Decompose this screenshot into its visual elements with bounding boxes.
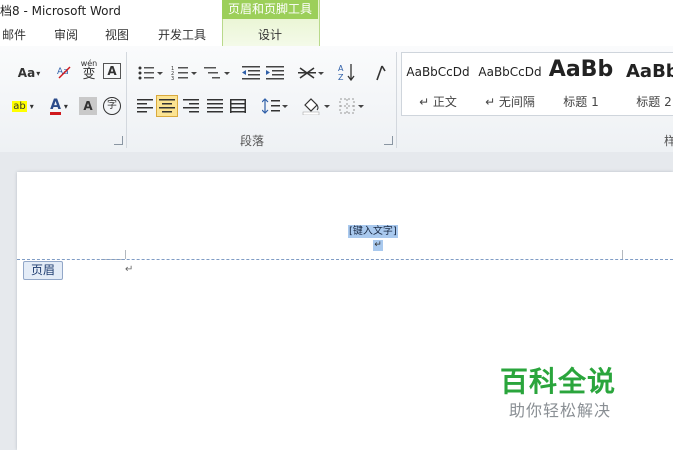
change-case-button[interactable]: Aa ▾	[14, 63, 44, 83]
watermark-title: 百科全说	[500, 365, 617, 398]
char-shading-label: A	[83, 99, 93, 113]
paragraph-mark-icon	[376, 65, 386, 81]
multilevel-list-icon	[204, 67, 230, 79]
tab-design[interactable]: 设计	[258, 26, 282, 43]
line-spacing-icon	[262, 98, 288, 114]
justify-button[interactable]	[205, 96, 225, 116]
svg-text:Z: Z	[338, 73, 344, 81]
style-normal[interactable]: AaBbCcDd ↵ 正文	[402, 53, 474, 113]
header-boundary-line	[17, 259, 673, 260]
styles-group-label: 样	[664, 134, 673, 148]
paragraph-dialog-launcher[interactable]	[384, 136, 393, 145]
tab-review[interactable]: 审阅	[54, 26, 78, 43]
align-right-icon	[183, 99, 199, 113]
clear-format-button[interactable]: Aa	[54, 62, 74, 82]
font-dialog-launcher[interactable]	[114, 136, 123, 145]
bullets-button[interactable]	[135, 63, 165, 83]
style-name: 标题 2	[636, 95, 672, 109]
crop-mark	[125, 250, 126, 259]
header-paragraph-mark: ↵	[373, 240, 383, 251]
distributed-button[interactable]	[228, 96, 248, 116]
borders-icon	[339, 98, 364, 114]
enclose-char-button[interactable]: 字	[101, 96, 123, 116]
phonetic-main-label: 变	[82, 66, 96, 82]
window-title: 档8 - Microsoft Word	[0, 4, 121, 18]
show-marks-button[interactable]	[370, 63, 390, 83]
chinese-layout-icon	[298, 67, 324, 79]
style-name: 标题 1	[563, 95, 599, 109]
group-separator	[126, 52, 127, 148]
style-sample: AaBbCcDd	[406, 65, 470, 79]
watermark-subtitle: 助你轻松解决	[509, 401, 612, 420]
style-sample: AaBbCcDd	[478, 65, 542, 79]
svg-text:3: 3	[171, 76, 174, 80]
highlight-label: ab	[12, 100, 27, 112]
tab-developer[interactable]: 开发工具	[158, 26, 206, 43]
svg-text:A: A	[338, 64, 344, 73]
numbered-list-icon: 1 2 3	[171, 66, 197, 80]
clear-format-icon: Aa	[57, 66, 71, 79]
ribbon-tabs	[0, 20, 673, 47]
chevron-down-icon: ▾	[63, 101, 68, 111]
change-case-label: Aa	[17, 66, 36, 80]
body-paragraph-mark: ↵	[125, 264, 134, 275]
style-heading-2[interactable]: AaBb 标题 2	[618, 53, 673, 113]
header-placeholder-text[interactable]: [键入文字]	[348, 225, 398, 238]
tab-view[interactable]: 视图	[105, 26, 129, 43]
chevron-down-icon: ▾	[36, 68, 41, 78]
char-shading-button[interactable]: A	[79, 97, 97, 115]
phonetic-guide-button[interactable]: wén 变	[78, 59, 100, 82]
char-border-label: A	[107, 64, 117, 78]
char-border-button[interactable]: A	[103, 63, 121, 79]
multilevel-list-button[interactable]	[202, 63, 232, 83]
chinese-layout-button[interactable]	[296, 63, 326, 83]
svg-text:Aa: Aa	[57, 67, 69, 77]
align-center-icon	[159, 99, 175, 113]
highlight-button[interactable]: ab ▾	[6, 96, 40, 116]
sort-icon: AZ	[338, 64, 355, 81]
borders-button[interactable]	[337, 96, 367, 116]
header-label: 页眉	[23, 261, 63, 280]
line-spacing-button[interactable]	[260, 96, 290, 116]
font-color-label: A	[50, 96, 61, 115]
numbering-button[interactable]: 1 2 3	[169, 63, 199, 83]
crop-mark	[622, 250, 623, 259]
styles-gallery: AaBbCcDd ↵ 正文 AaBbCcDd ↵ 无间隔 AaBb 标题 1 A…	[401, 52, 673, 116]
context-tab-group-title: 页眉和页脚工具	[222, 0, 318, 19]
tab-mailings[interactable]: 邮件	[2, 26, 26, 43]
align-left-button[interactable]	[135, 96, 155, 116]
increase-indent-button[interactable]	[265, 63, 285, 83]
paragraph-group-label: 段落	[240, 134, 265, 148]
style-heading-1[interactable]: AaBb 标题 1	[546, 53, 616, 113]
style-sample: AaBb	[626, 61, 673, 82]
align-right-button[interactable]	[181, 96, 201, 116]
paint-bucket-icon	[302, 98, 330, 115]
increase-indent-icon	[266, 66, 284, 80]
font-color-button[interactable]: A ▾	[44, 96, 74, 116]
align-left-icon	[137, 99, 153, 113]
group-separator	[396, 52, 397, 148]
distributed-icon	[230, 99, 246, 113]
style-name: ↵ 无间隔	[485, 95, 535, 109]
shading-button[interactable]	[300, 96, 332, 116]
decrease-indent-icon	[242, 66, 260, 80]
chevron-down-icon: ▾	[29, 101, 34, 111]
style-no-spacing[interactable]: AaBbCcDd ↵ 无间隔	[474, 53, 546, 113]
align-center-button[interactable]	[156, 95, 178, 117]
enclose-char-label: 字	[103, 97, 121, 115]
style-sample: AaBb	[548, 57, 614, 82]
bullet-list-icon	[138, 66, 163, 80]
style-name: ↵ 正文	[419, 95, 457, 109]
justify-icon	[207, 99, 223, 113]
sort-button[interactable]: AZ	[337, 62, 357, 82]
decrease-indent-button[interactable]	[241, 63, 261, 83]
